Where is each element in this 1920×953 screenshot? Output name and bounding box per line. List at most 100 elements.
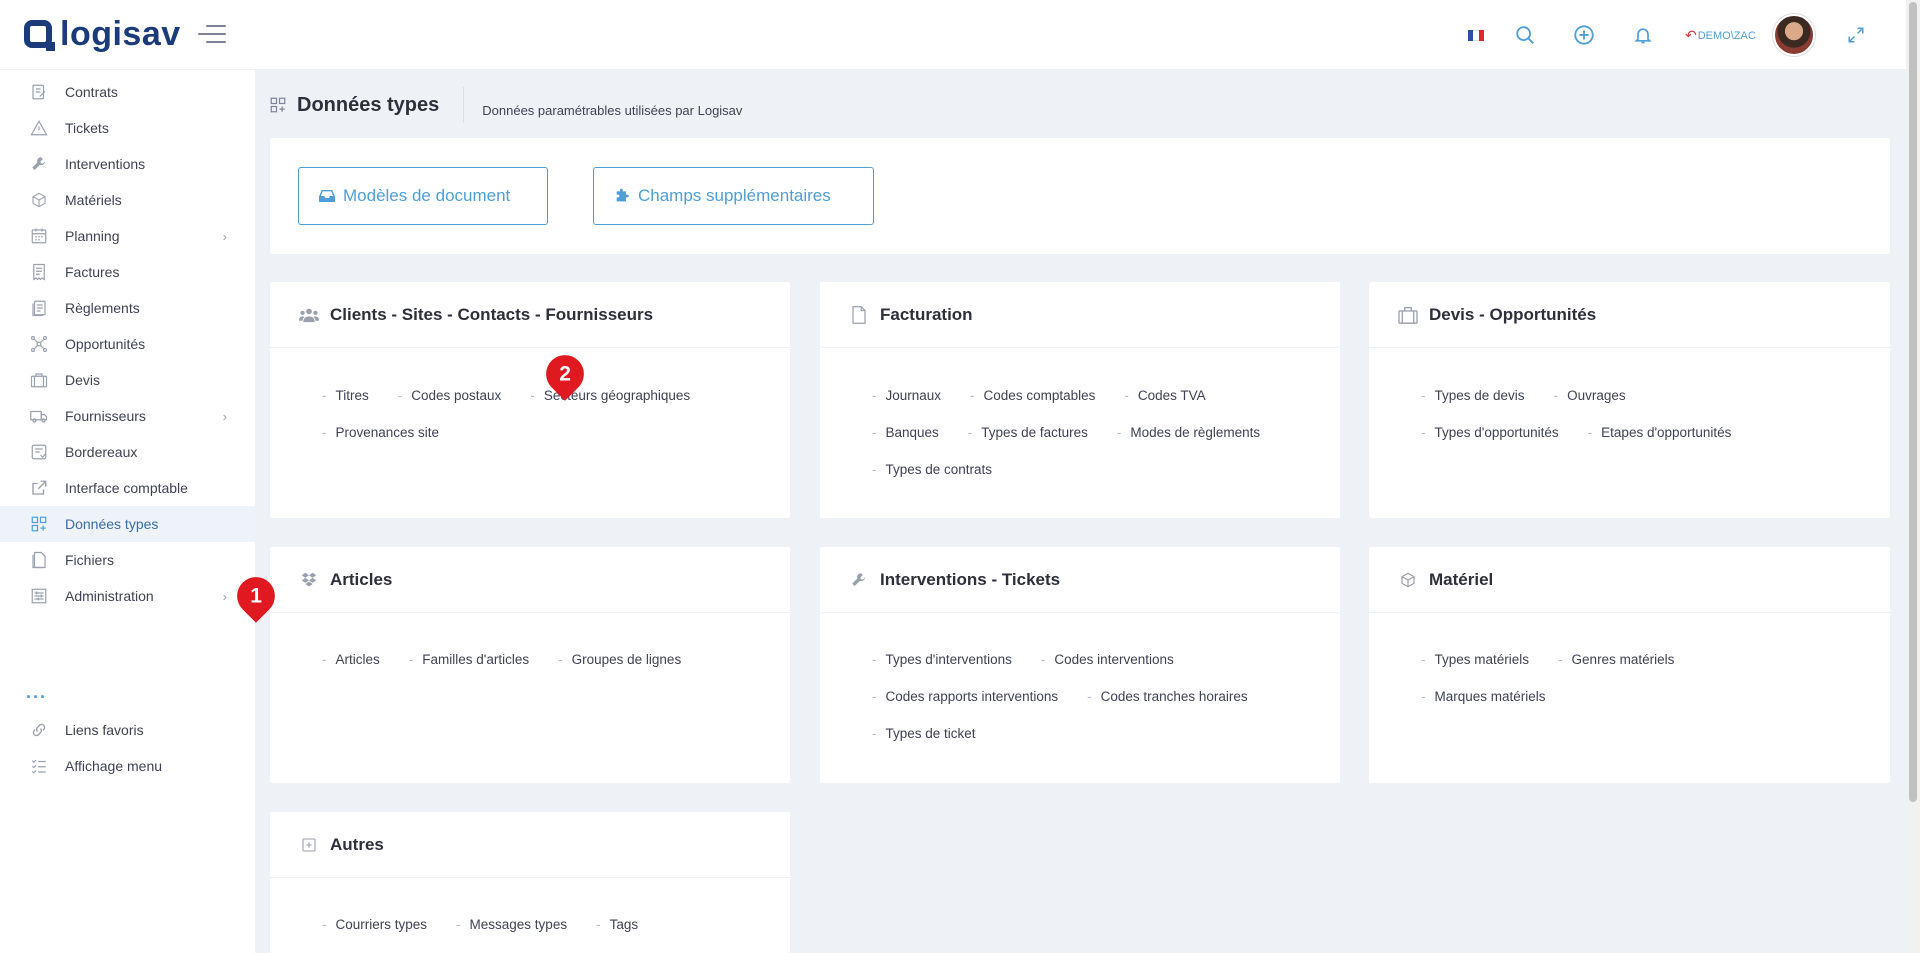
sidebar-item-interventions[interactable]: Interventions xyxy=(0,146,255,182)
more-dots[interactable]: ... xyxy=(26,682,47,703)
sidebar-item-label: Fichiers xyxy=(65,552,115,568)
link-types-de-ticket[interactable]: Types de ticket xyxy=(872,726,976,741)
network-icon xyxy=(28,333,50,355)
top-header: logisav ↶ DEMO\ZAC xyxy=(0,0,1906,70)
sidebar-item-bordereaux[interactable]: Bordereaux xyxy=(0,434,255,470)
french-flag-icon[interactable] xyxy=(1468,30,1484,41)
logo[interactable]: logisav xyxy=(24,16,181,52)
button-label: Modèles de document xyxy=(343,186,511,205)
card-interventions-tickets: Interventions - Tickets Types d'interven… xyxy=(820,547,1340,783)
inbox-icon xyxy=(319,189,335,203)
link-types-de-contrats[interactable]: Types de contrats xyxy=(872,462,993,477)
card-header: Facturation xyxy=(820,282,1340,348)
link-types-materiels[interactable]: Types matériels xyxy=(1421,652,1530,667)
chevron-right-icon: › xyxy=(222,588,227,604)
link-modes-de-reglements[interactable]: Modes de règlements xyxy=(1117,425,1260,440)
sidebar-item-label: Liens favoris xyxy=(65,722,144,738)
wrench-icon xyxy=(848,571,870,589)
link-row: Banques Types de factures Modes de règle… xyxy=(872,425,1289,440)
card-facturation: Facturation Journaux Codes comptables Co… xyxy=(820,282,1340,518)
link-provenances-site[interactable]: Provenances site xyxy=(322,425,440,440)
subheader: Données types Données paramétrables util… xyxy=(269,70,742,140)
grid-plus-icon xyxy=(269,96,287,114)
link-articles[interactable]: Articles xyxy=(322,652,380,667)
chevron-right-icon: › xyxy=(222,228,227,244)
sidebar-item-label: Devis xyxy=(65,372,101,388)
chevron-right-icon: › xyxy=(222,408,227,424)
card-materiel: Matériel Types matériels Genres matériel… xyxy=(1369,547,1890,783)
sidebar-item-label: Bordereaux xyxy=(65,444,138,460)
search-icon[interactable] xyxy=(1512,22,1538,48)
sidebar-item-opportunites[interactable]: Opportunités xyxy=(0,326,255,362)
document-icon xyxy=(848,305,870,324)
sidebar-item-materiels[interactable]: Matériels xyxy=(0,182,255,218)
sidebar-item-interface-comptable[interactable]: Interface comptable xyxy=(0,470,255,506)
link-codes-postaux[interactable]: Codes postaux xyxy=(398,388,501,403)
extra-fields-button[interactable]: Champs supplémentaires xyxy=(593,167,874,225)
sidebar-item-label: Fournisseurs xyxy=(65,408,146,424)
link-codes-comptables[interactable]: Codes comptables xyxy=(970,388,1096,403)
link-types-de-devis[interactable]: Types de devis xyxy=(1421,388,1525,403)
menu-toggle-icon[interactable] xyxy=(198,25,226,45)
sidebar-item-reglements[interactable]: Règlements xyxy=(0,290,255,326)
card-title: Autres xyxy=(330,834,384,854)
sidebar-item-donnees-types[interactable]: Données types xyxy=(0,506,255,542)
page-description: Données paramétrables utilisées par Logi… xyxy=(482,102,743,118)
card-header: Interventions - Tickets xyxy=(820,547,1340,613)
card-articles: Articles Articles Familles d'articles Gr… xyxy=(270,547,790,783)
link-marques-materiels[interactable]: Marques matériels xyxy=(1421,689,1546,704)
link-row: Courriers types Messages types Tags xyxy=(322,917,667,932)
link-codes-tva[interactable]: Codes TVA xyxy=(1124,388,1206,403)
link-types-de-factures[interactable]: Types de factures xyxy=(968,425,1088,440)
sidebar-item-tickets[interactable]: Tickets xyxy=(0,110,255,146)
sidebar-item-liens-favoris[interactable]: Liens favoris xyxy=(0,712,255,748)
card-title: Clients - Sites - Contacts - Fournisseur… xyxy=(330,304,654,324)
link-codes-interventions[interactable]: Codes interventions xyxy=(1041,652,1173,667)
sidebar-item-devis[interactable]: Devis xyxy=(0,362,255,398)
user-switch-label[interactable]: ↶ DEMO\ZAC xyxy=(1685,27,1756,44)
avatar[interactable] xyxy=(1773,14,1815,56)
sidebar-item-fournisseurs[interactable]: Fournisseurs › xyxy=(0,398,255,434)
sidebar-item-contrats[interactable]: Contrats xyxy=(0,74,255,110)
card-autres: Autres Courriers types Messages types Ta… xyxy=(270,812,790,953)
link-types-d-interventions[interactable]: Types d'interventions xyxy=(872,652,1012,667)
logo-mark xyxy=(24,20,55,51)
link-courriers-types[interactable]: Courriers types xyxy=(322,917,428,932)
plus-circle-icon[interactable] xyxy=(1571,22,1597,48)
link-types-d-opportunites[interactable]: Types d'opportunités xyxy=(1421,425,1559,440)
link-row: Articles Familles d'articles Groupes de … xyxy=(322,652,710,667)
box-icon xyxy=(28,189,50,211)
link-titres[interactable]: Titres xyxy=(322,388,369,403)
link-groupes-de-lignes[interactable]: Groupes de lignes xyxy=(558,652,682,667)
link-tags[interactable]: Tags xyxy=(596,917,639,932)
link-codes-rapports-interventions[interactable]: Codes rapports interventions xyxy=(872,689,1059,704)
logo-text: logisav xyxy=(60,15,181,53)
sidebar-item-administration[interactable]: Administration › xyxy=(0,578,255,614)
sidebar-item-label: Tickets xyxy=(65,120,109,136)
truck-icon xyxy=(28,405,50,427)
sidebar-item-planning[interactable]: Planning › xyxy=(0,218,255,254)
bell-icon[interactable] xyxy=(1630,22,1656,48)
link-genres-materiels[interactable]: Genres matériels xyxy=(1558,652,1675,667)
link-journaux[interactable]: Journaux xyxy=(872,388,942,403)
sidebar-item-fichiers[interactable]: Fichiers xyxy=(0,542,255,578)
scrollbar-thumb[interactable] xyxy=(1909,2,1917,802)
button-label: Champs supplémentaires xyxy=(638,186,831,205)
link-familles-d-articles[interactable]: Familles d'articles xyxy=(409,652,529,667)
sidebar-item-factures[interactable]: Factures xyxy=(0,254,255,290)
card-title: Facturation xyxy=(880,304,973,324)
external-link-icon xyxy=(28,477,50,499)
document-models-button[interactable]: Modèles de document xyxy=(298,167,548,225)
link-messages-types[interactable]: Messages types xyxy=(456,917,568,932)
link-row: Types matériels Genres matériels xyxy=(1421,652,1703,667)
link-codes-tranches-horaires[interactable]: Codes tranches horaires xyxy=(1087,689,1248,704)
briefcase-icon xyxy=(28,369,50,391)
scrollbar[interactable] xyxy=(1906,0,1920,953)
expand-icon[interactable] xyxy=(1843,22,1869,48)
card-clients: Clients - Sites - Contacts - Fournisseur… xyxy=(270,282,790,518)
link-banques[interactable]: Banques xyxy=(872,425,939,440)
card-header: Devis - Opportunités xyxy=(1369,282,1890,348)
link-etapes-d-opportunites[interactable]: Etapes d'opportunités xyxy=(1588,425,1731,440)
link-ouvrages[interactable]: Ouvrages xyxy=(1554,388,1626,403)
sidebar-item-affichage-menu[interactable]: Affichage menu xyxy=(0,748,255,784)
